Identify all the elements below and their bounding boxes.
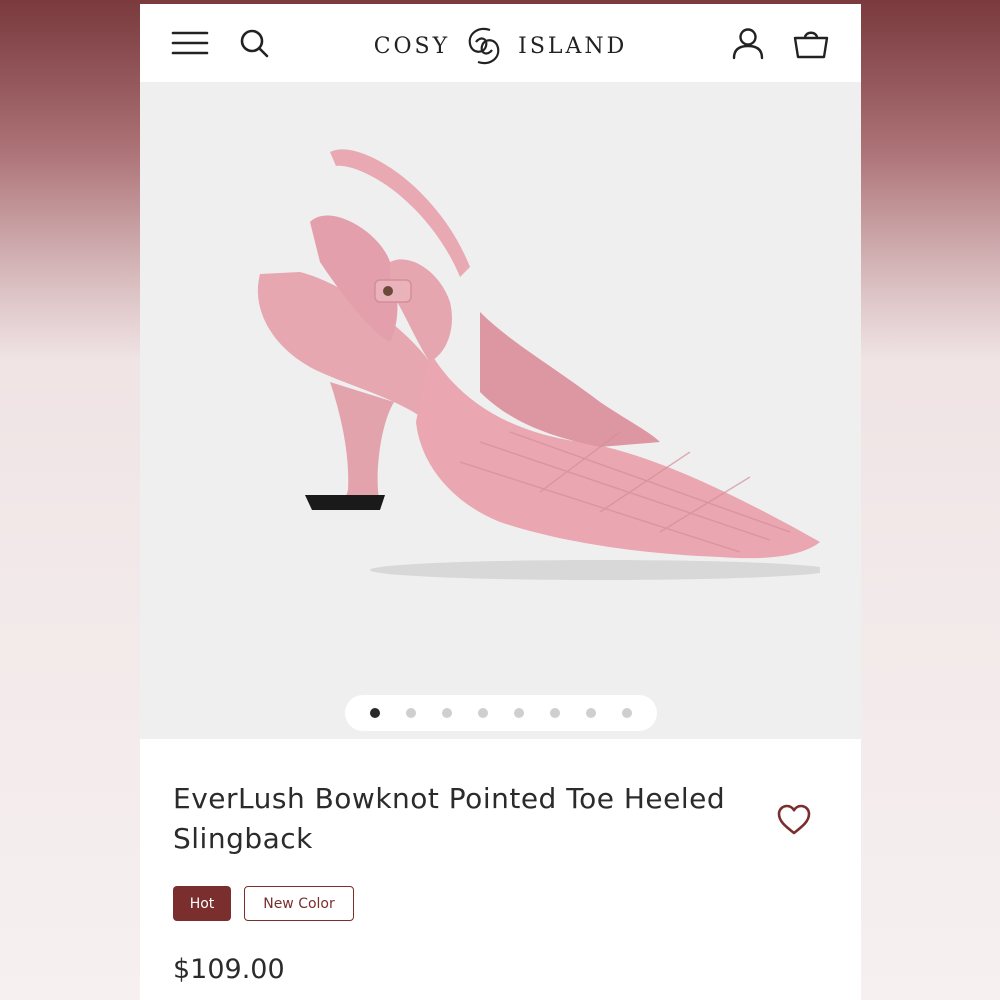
gallery-dot[interactable] (586, 708, 596, 718)
logo-text-right: ISLAND (518, 33, 628, 59)
account-icon (732, 28, 764, 60)
wishlist-button[interactable] (772, 798, 816, 842)
heart-icon (777, 804, 811, 835)
cart-button[interactable] (791, 23, 831, 63)
product-badges: Hot New Color (173, 886, 354, 921)
product-image-gallery[interactable] (140, 82, 861, 739)
basket-icon (793, 31, 829, 59)
product-image (257, 149, 820, 580)
hot-badge: Hot (173, 886, 231, 921)
site-header: COSY ISLAND (140, 4, 861, 82)
gallery-pagination (345, 695, 657, 731)
product-price: $109.00 (173, 954, 285, 985)
mobile-product-page: COSY ISLAND EverLush Bowknot Pointed Toe… (140, 4, 861, 1000)
logo-monogram-icon (468, 27, 500, 65)
product-title: EverLush Bowknot Pointed Toe Heeled Slin… (173, 782, 726, 855)
backdrop-left (0, 0, 140, 1000)
gallery-dot[interactable] (370, 708, 380, 718)
gallery-dot[interactable] (406, 708, 416, 718)
gallery-dot[interactable] (550, 708, 560, 718)
logo-text-left: COSY (373, 33, 451, 59)
new-color-badge: New Color (244, 886, 354, 921)
gallery-dot[interactable] (478, 708, 488, 718)
account-button[interactable] (728, 23, 768, 63)
gallery-dot[interactable] (442, 708, 452, 718)
gallery-dot[interactable] (622, 708, 632, 718)
backdrop-right (860, 0, 1000, 1000)
gallery-dot[interactable] (514, 708, 524, 718)
